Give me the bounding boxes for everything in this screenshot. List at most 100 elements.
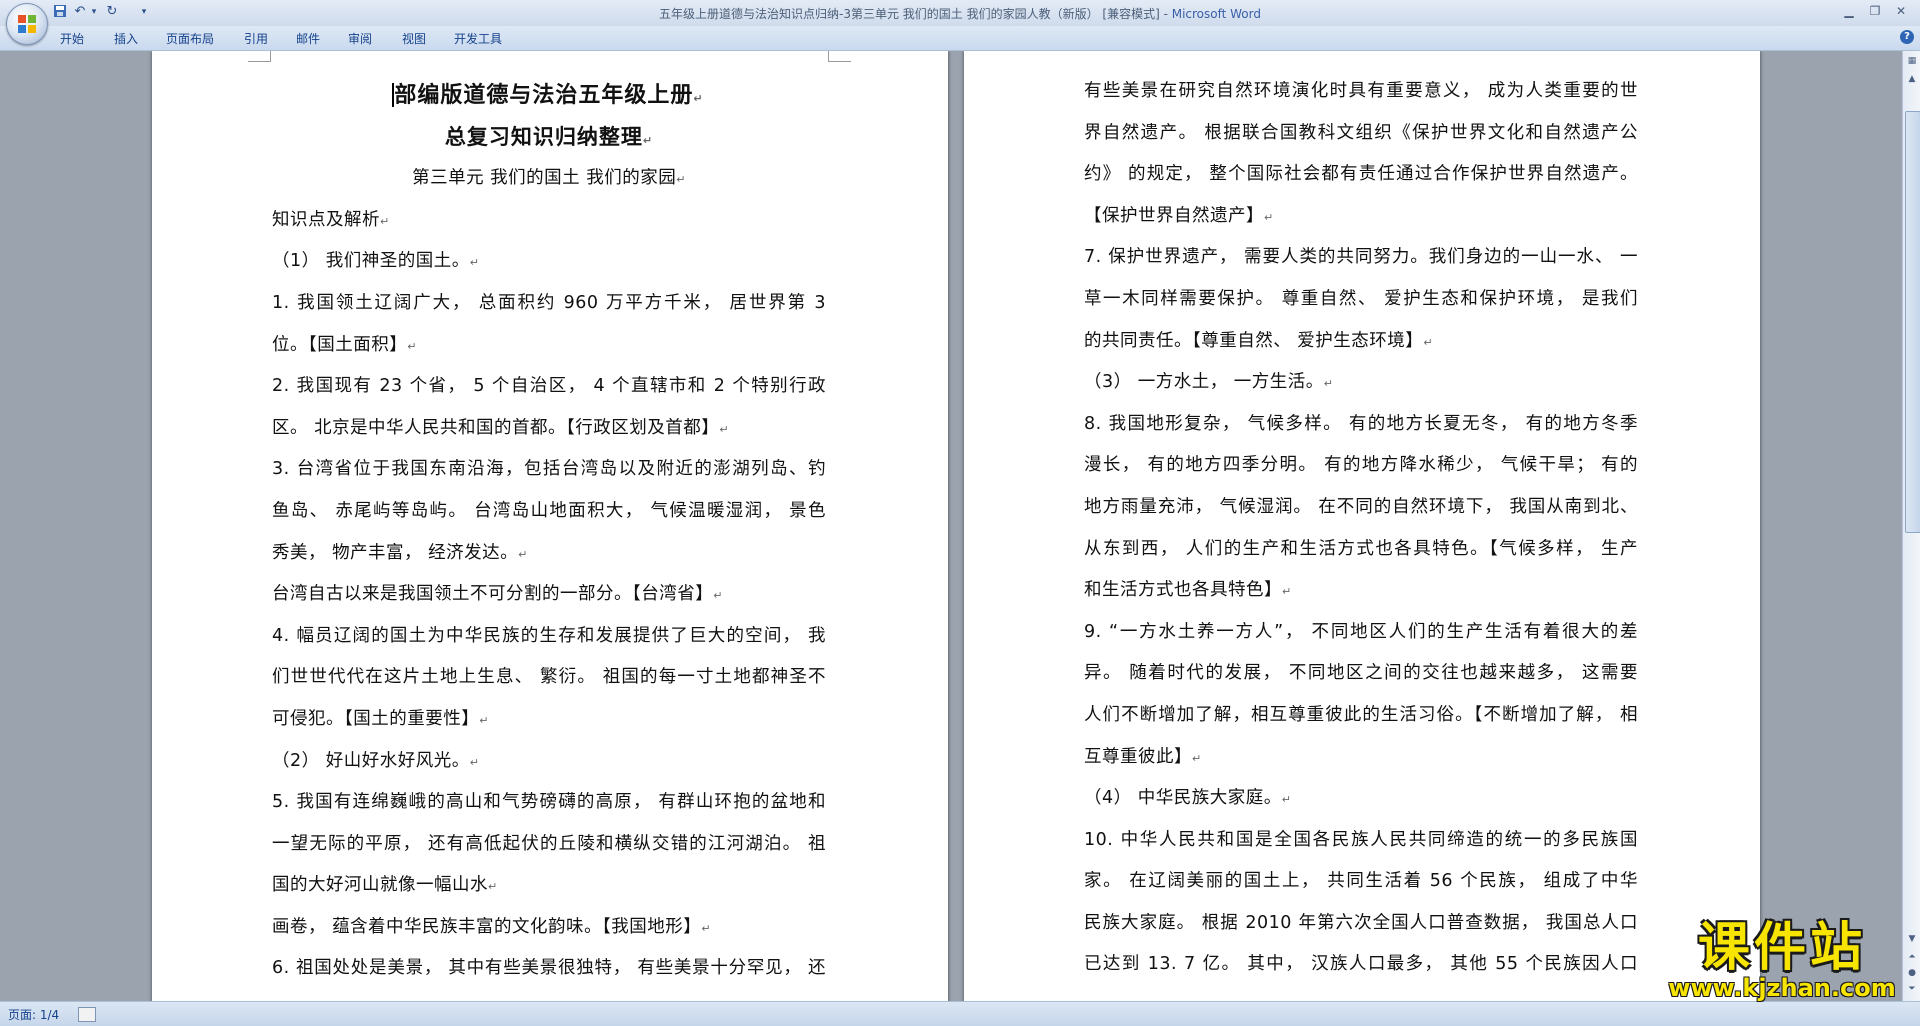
text-line[interactable]: 和生活方式也各具特色】↵ (1084, 570, 1638, 612)
text-line[interactable]: 草一木同样需要保护。 尊重自然、 爱护生态和保护环境， 是我们 (1084, 279, 1638, 321)
text-line[interactable]: 【保护世界自然遗产】↵ (1084, 196, 1638, 238)
line-text: 3. 台湾省位于我国东南沿海，包括台湾岛以及附近的澎湖列岛、钓 (272, 459, 826, 480)
tab-home[interactable]: 开始 (60, 30, 84, 47)
text-line[interactable]: 9. “一方水土养一方人”， 不同地区人们的生产生活有着很大的差 (1084, 612, 1638, 654)
margin-corner-mark (248, 51, 271, 62)
scroll-down-icon[interactable]: ▼ (1904, 931, 1920, 947)
scroll-up-icon[interactable]: ▲ (1904, 71, 1920, 87)
line-text: 从东到西， 人们的生产和生活方式也各具特色。【气候多样， 生产 (1084, 538, 1638, 559)
help-icon[interactable]: ? (1900, 30, 1914, 44)
text-line[interactable]: 知识点及解析↵ (272, 200, 826, 242)
text-line[interactable]: 民族大家庭。 根据 2010 年第六次全国人口普查数据， 我国总人口 (1084, 903, 1638, 945)
tab-developer[interactable]: 开发工具 (454, 30, 502, 47)
page-count[interactable]: 页面: 1/4 (8, 1006, 59, 1023)
line-text: 区。 北京是中华人民共和国的首都。【行政区划及首都】 (272, 417, 720, 438)
text-line[interactable]: 人们不断增加了解，相互尊重彼此的生活习俗。【不断增加了解， 相 (1084, 695, 1638, 737)
text-line[interactable]: 互尊重彼此】↵ (1084, 737, 1638, 779)
paragraph-mark-icon: ↵ (1423, 335, 1434, 349)
vertical-scrollbar[interactable]: ▦ ▲ ▼ ⏶ ● ⏷ (1902, 51, 1920, 1001)
text-line[interactable]: 3. 台湾省位于我国东南沿海，包括台湾岛以及附近的澎湖列岛、钓 (272, 449, 826, 491)
document-area: 部编版道德与法治五年级上册↵ 总复习知识归纳整理↵ 第三单元 我们的国土 我们的家园… (0, 51, 1902, 1001)
text-line[interactable]: 1. 我国领土辽阔广大， 总面积约 960 万平方千米， 居世界第 3 (272, 283, 826, 325)
text-line[interactable]: 国的大好河山就像一幅山水↵ (272, 865, 826, 907)
minimize-icon[interactable]: ▁ (1836, 2, 1862, 20)
text-line[interactable]: 有些美景在研究自然环境演化时具有重要意义， 成为人类重要的世 (1084, 71, 1638, 113)
line-text: 位。【国土面积】 (272, 334, 408, 355)
line-text: 一望无际的平原， 还有高低起伏的丘陵和横纵交错的江河湖泊。 祖 (272, 833, 826, 854)
text-line[interactable]: 部编版道德与法治五年级上册↵ (272, 75, 826, 117)
text-line[interactable]: （2） 好山好水好风光。↵ (272, 741, 826, 783)
text-line[interactable]: 总复习知识归纳整理↵ (272, 117, 826, 159)
scroll-thumb[interactable] (1905, 111, 1920, 533)
paragraph-mark-icon: ↵ (380, 214, 390, 228)
text-line[interactable]: 漫长， 有的地方四季分明。 有的地方降水稀少， 气候干旱； 有的 (1084, 445, 1638, 487)
restore-icon[interactable]: ❐ (1862, 2, 1888, 20)
text-line[interactable]: 家。 在辽阔美丽的国土上， 共同生活着 56 个民族， 组成了中华 (1084, 861, 1638, 903)
page-right: 有些美景在研究自然环境演化时具有重要意义， 成为人类重要的世界自然遗产。 根据联… (964, 51, 1760, 1001)
text-line[interactable]: 10. 中华人民共和国是全国各民族人民共同缔造的统一的多民族国 (1084, 820, 1638, 862)
line-text: 民族大家庭。 根据 2010 年第六次全国人口普查数据， 我国总人口 (1084, 912, 1638, 933)
text-line[interactable]: 2. 我国现有 23 个省， 5 个自治区， 4 个直辖市和 2 个特别行政 (272, 366, 826, 408)
text-line[interactable]: 8. 我国地形复杂， 气候多样。 有的地方长夏无冬， 有的地方冬季 (1084, 404, 1638, 446)
line-text: 8. 我国地形复杂， 气候多样。 有的地方长夏无冬， 有的地方冬季 (1084, 413, 1638, 434)
paragraph-mark-icon: ↵ (642, 133, 654, 147)
page-left-text[interactable]: 部编版道德与法治五年级上册↵ 总复习知识归纳整理↵ 第三单元 我们的国土 我们的家园… (272, 75, 826, 990)
text-line[interactable]: 可侵犯。【国土的重要性】↵ (272, 699, 826, 741)
watermark-url: www.kjzhan.com (1668, 974, 1896, 1002)
text-line[interactable]: 已达到 13. 7 亿。 其中， 汉族人口最多， 其他 55 个民族因人口 (1084, 944, 1638, 986)
line-text: 部编版道德与法治五年级上册 (394, 83, 694, 108)
text-line[interactable]: 6. 祖国处处是美景， 其中有些美景很独特， 有些美景十分罕见， 还 (272, 948, 826, 990)
text-line[interactable]: 地方雨量充沛， 气候湿润。 在不同的自然环境下， 我国从南到北、 (1084, 487, 1638, 529)
text-line[interactable]: 区。 北京是中华人民共和国的首都。【行政区划及首都】↵ (272, 408, 826, 450)
line-text: 4. 幅员辽阔的国土为中华民族的生存和发展提供了巨大的空间， 我 (272, 625, 826, 646)
close-icon[interactable]: ✕ (1888, 2, 1914, 20)
ruler-toggle-icon[interactable]: ▦ (1904, 53, 1920, 69)
tab-insert[interactable]: 插入 (114, 30, 138, 47)
tab-mailings[interactable]: 邮件 (296, 30, 320, 47)
line-text: 界自然遗产。 根据联合国教科文组织《保护世界文化和自然遗产公 (1084, 122, 1638, 143)
line-text: 异。 随着时代的发展， 不同地区之间的交往也越来越多， 这需要 (1084, 663, 1638, 684)
text-line[interactable]: 们世世代代在这片土地上生息、 繁衍。 祖国的每一寸土地都神圣不 (272, 657, 826, 699)
paragraph-mark-icon: ↵ (1282, 585, 1292, 599)
text-line[interactable]: 位。【国土面积】↵ (272, 325, 826, 367)
text-line[interactable]: 异。 随着时代的发展， 不同地区之间的交往也越来越多， 这需要 (1084, 653, 1638, 695)
tab-review[interactable]: 审阅 (348, 30, 372, 47)
text-line[interactable]: 秀美， 物产丰富， 经济发达。↵ (272, 533, 826, 575)
text-line[interactable]: （1） 我们神圣的国土。↵ (272, 241, 826, 283)
line-text: 10. 中华人民共和国是全国各民族人民共同缔造的统一的多民族国 (1084, 829, 1638, 850)
tab-page-layout[interactable]: 页面布局 (166, 30, 214, 47)
office-button[interactable] (6, 3, 48, 45)
previous-page-icon[interactable]: ⏶ (1904, 949, 1920, 965)
paragraph-mark-icon: ↵ (1281, 793, 1292, 807)
text-line[interactable]: 画卷， 蕴含着中华民族丰富的文化韵味。【我国地形】↵ (272, 907, 826, 949)
tab-references[interactable]: 引用 (244, 30, 268, 47)
paragraph-mark-icon: ↵ (713, 589, 723, 603)
line-text: 的共同责任。【尊重自然、 爱护生态环境】 (1084, 330, 1424, 351)
text-line[interactable]: 约》 的规定， 整个国际社会都有责任通过合作保护世界自然遗产。 (1084, 154, 1638, 196)
line-text: 漫长， 有的地方四季分明。 有的地方降水稀少， 气候干旱； 有的 (1084, 455, 1638, 476)
line-text: （4） 中华民族大家庭。 (1084, 788, 1282, 809)
line-text: 秀美， 物产丰富， 经济发达。 (272, 542, 519, 563)
select-browse-object-icon[interactable]: ● (1904, 965, 1920, 981)
page-right-text[interactable]: 有些美景在研究自然环境演化时具有重要意义， 成为人类重要的世界自然遗产。 根据联… (1084, 71, 1638, 986)
text-line[interactable]: 界自然遗产。 根据联合国教科文组织《保护世界文化和自然遗产公 (1084, 113, 1638, 155)
text-line[interactable]: （3） 一方水土， 一方生活。↵ (1084, 362, 1638, 404)
line-text: 地方雨量充沛， 气候湿润。 在不同的自然环境下， 我国从南到北、 (1084, 496, 1638, 517)
page-left: 部编版道德与法治五年级上册↵ 总复习知识归纳整理↵ 第三单元 我们的国土 我们的家园… (152, 51, 948, 1001)
proofing-icon[interactable] (78, 1007, 96, 1022)
tab-view[interactable]: 视图 (402, 30, 426, 47)
text-line[interactable]: 5. 我国有连绵巍峨的高山和气势磅礴的高原， 有群山环抱的盆地和 (272, 782, 826, 824)
text-line[interactable]: 4. 幅员辽阔的国土为中华民族的生存和发展提供了巨大的空间， 我 (272, 616, 826, 658)
text-line[interactable]: 的共同责任。【尊重自然、 爱护生态环境】↵ (1084, 321, 1638, 363)
text-line[interactable]: 从东到西， 人们的生产和生活方式也各具特色。【气候多样， 生产 (1084, 529, 1638, 571)
text-line[interactable]: 一望无际的平原， 还有高低起伏的丘陵和横纵交错的江河湖泊。 祖 (272, 824, 826, 866)
text-line[interactable]: 第三单元 我们的国土 我们的家园↵ (272, 158, 826, 200)
text-line[interactable]: 台湾自古以来是我国领土不可分割的一部分。【台湾省】↵ (272, 574, 826, 616)
title-bar: ↶ ▾ ↻ ▾ 五年级上册道德与法治知识点归纳-3第三单元 我们的国土 我们的家… (0, 0, 1920, 45)
next-page-icon[interactable]: ⏷ (1904, 981, 1920, 997)
paragraph-mark-icon: ↵ (701, 921, 712, 935)
text-line[interactable]: 7. 保护世界遗产， 需要人类的共同努力。我们身边的一山一水、 一 (1084, 237, 1638, 279)
text-line[interactable]: 鱼岛、 赤尾屿等岛屿。 台湾岛山地面积大， 气候温暖湿润， 景色 (272, 491, 826, 533)
paragraph-mark-icon: ↵ (518, 547, 528, 561)
text-line[interactable]: （4） 中华民族大家庭。↵ (1084, 778, 1638, 820)
